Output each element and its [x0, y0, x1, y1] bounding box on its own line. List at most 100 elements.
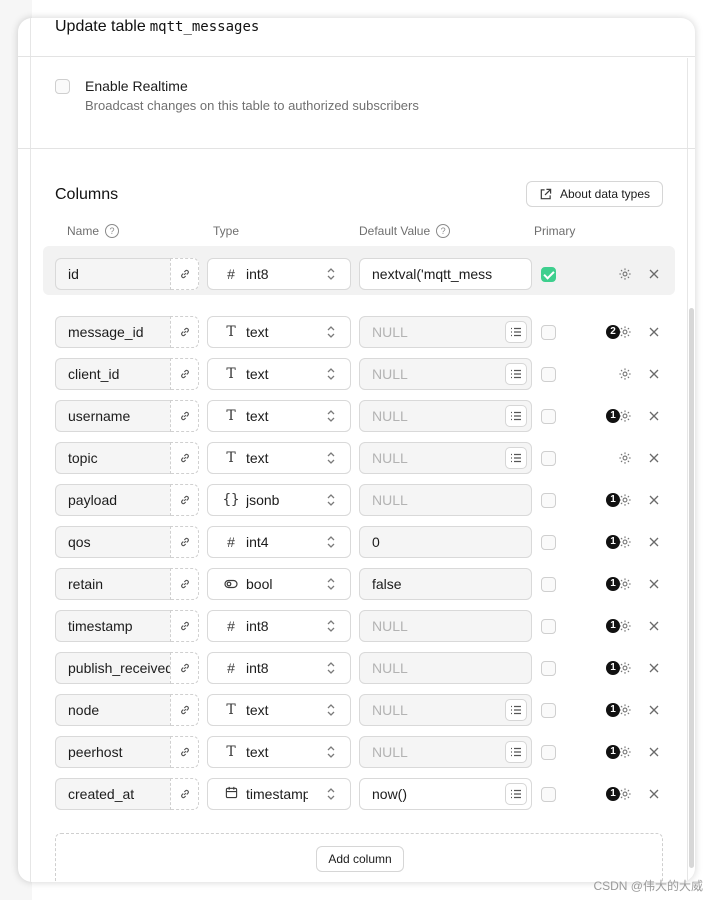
column-settings-button[interactable]	[618, 745, 632, 764]
primary-key-checkbox[interactable]	[541, 493, 556, 508]
column-type-select[interactable]: # int4	[207, 526, 351, 558]
primary-key-checkbox[interactable]	[541, 619, 556, 634]
column-settings-button[interactable]	[618, 703, 632, 722]
default-value-input[interactable]: nextval('mqtt_mess	[359, 258, 532, 290]
primary-key-checkbox[interactable]	[541, 409, 556, 424]
primary-key-checkbox[interactable]	[541, 325, 556, 340]
column-type-select[interactable]: # int8	[207, 610, 351, 642]
column-type-select[interactable]: Ttext	[207, 442, 351, 474]
remove-column-button[interactable]	[648, 661, 660, 679]
primary-key-checkbox[interactable]	[541, 745, 556, 760]
help-icon[interactable]: ?	[436, 224, 451, 238]
suggestions-button[interactable]	[505, 741, 527, 763]
column-settings-button[interactable]	[618, 493, 632, 512]
default-value-input[interactable]: NULL	[359, 610, 532, 642]
foreign-key-button[interactable]	[170, 526, 199, 558]
foreign-key-button[interactable]	[170, 736, 199, 768]
foreign-key-button[interactable]	[170, 694, 199, 726]
remove-column-button[interactable]	[648, 787, 660, 805]
column-type-select[interactable]: {} jsonb	[207, 484, 351, 516]
default-value-input[interactable]: NULL	[359, 484, 532, 516]
column-name-input[interactable]: username	[55, 400, 171, 432]
primary-key-checkbox[interactable]	[541, 451, 556, 466]
suggestions-button[interactable]	[505, 321, 527, 343]
column-name-input[interactable]: message_id	[55, 316, 171, 348]
column-name-input[interactable]: node	[55, 694, 171, 726]
column-name-input[interactable]: id	[55, 258, 171, 290]
foreign-key-button[interactable]	[170, 484, 199, 516]
column-type-select[interactable]: Ttext	[207, 694, 351, 726]
foreign-key-button[interactable]	[170, 610, 199, 642]
add-column-button[interactable]: Add column	[316, 846, 404, 872]
column-name-input[interactable]: created_at	[55, 778, 171, 810]
about-data-types-button[interactable]: About data types	[526, 181, 663, 207]
column-name-input[interactable]: retain	[55, 568, 171, 600]
column-name-input[interactable]: payload	[55, 484, 171, 516]
remove-column-button[interactable]	[648, 325, 660, 343]
column-settings-button[interactable]	[618, 535, 632, 554]
remove-column-button[interactable]	[648, 577, 660, 595]
column-settings-button[interactable]	[618, 325, 632, 344]
remove-column-button[interactable]	[648, 267, 660, 285]
foreign-key-button[interactable]	[170, 258, 199, 290]
remove-column-button[interactable]	[648, 451, 660, 469]
column-type-select[interactable]: Ttext	[207, 736, 351, 768]
column-settings-button[interactable]	[618, 451, 632, 470]
remove-column-button[interactable]	[648, 535, 660, 553]
default-value-input[interactable]: NULL	[359, 736, 532, 768]
column-name-input[interactable]: timestamp	[55, 610, 171, 642]
remove-column-button[interactable]	[648, 745, 660, 763]
column-settings-button[interactable]	[618, 661, 632, 680]
default-value-input[interactable]: NULL	[359, 442, 532, 474]
remove-column-button[interactable]	[648, 619, 660, 637]
column-type-select[interactable]: # int8	[207, 652, 351, 684]
default-value-input[interactable]: 0	[359, 526, 532, 558]
column-type-select[interactable]: Ttext	[207, 400, 351, 432]
scrollbar[interactable]	[689, 308, 694, 868]
remove-column-button[interactable]	[648, 367, 660, 385]
column-settings-button[interactable]	[618, 577, 632, 596]
column-name-input[interactable]: topic	[55, 442, 171, 474]
foreign-key-button[interactable]	[170, 442, 199, 474]
foreign-key-button[interactable]	[170, 400, 199, 432]
suggestions-button[interactable]	[505, 699, 527, 721]
column-type-select[interactable]: timestamptz	[207, 778, 351, 810]
suggestions-button[interactable]	[505, 447, 527, 469]
suggestions-button[interactable]	[505, 363, 527, 385]
column-name-input[interactable]: publish_received_at	[55, 652, 171, 684]
default-value-input[interactable]: NULL	[359, 694, 532, 726]
primary-key-checkbox[interactable]	[541, 577, 556, 592]
default-value-input[interactable]: now()	[359, 778, 532, 810]
primary-key-checkbox[interactable]	[541, 703, 556, 718]
column-name-input[interactable]: peerhost	[55, 736, 171, 768]
primary-key-checkbox[interactable]	[541, 787, 556, 802]
default-value-input[interactable]: false	[359, 568, 532, 600]
column-type-select[interactable]: Ttext	[207, 316, 351, 348]
column-settings-button[interactable]	[618, 367, 632, 386]
default-value-input[interactable]: NULL	[359, 652, 532, 684]
column-type-select[interactable]: # int8	[207, 258, 351, 290]
foreign-key-button[interactable]	[170, 652, 199, 684]
column-settings-button[interactable]	[618, 787, 632, 806]
remove-column-button[interactable]	[648, 493, 660, 511]
column-type-select[interactable]: bool	[207, 568, 351, 600]
enable-realtime-checkbox[interactable]	[55, 79, 70, 94]
default-value-input[interactable]: NULL	[359, 358, 532, 390]
help-icon[interactable]: ?	[105, 224, 120, 238]
primary-key-checkbox[interactable]	[541, 367, 556, 382]
default-value-input[interactable]: NULL	[359, 400, 532, 432]
suggestions-button[interactable]	[505, 783, 527, 805]
suggestions-button[interactable]	[505, 405, 527, 427]
column-settings-button[interactable]	[618, 619, 632, 638]
default-value-input[interactable]: NULL	[359, 316, 532, 348]
column-type-select[interactable]: Ttext	[207, 358, 351, 390]
remove-column-button[interactable]	[648, 703, 660, 721]
primary-key-checkbox[interactable]	[541, 535, 556, 550]
column-name-input[interactable]: qos	[55, 526, 171, 558]
remove-column-button[interactable]	[648, 409, 660, 427]
foreign-key-button[interactable]	[170, 358, 199, 390]
column-name-input[interactable]: client_id	[55, 358, 171, 390]
column-settings-button[interactable]	[618, 267, 632, 286]
foreign-key-button[interactable]	[170, 568, 199, 600]
primary-key-checkbox[interactable]	[541, 267, 556, 282]
